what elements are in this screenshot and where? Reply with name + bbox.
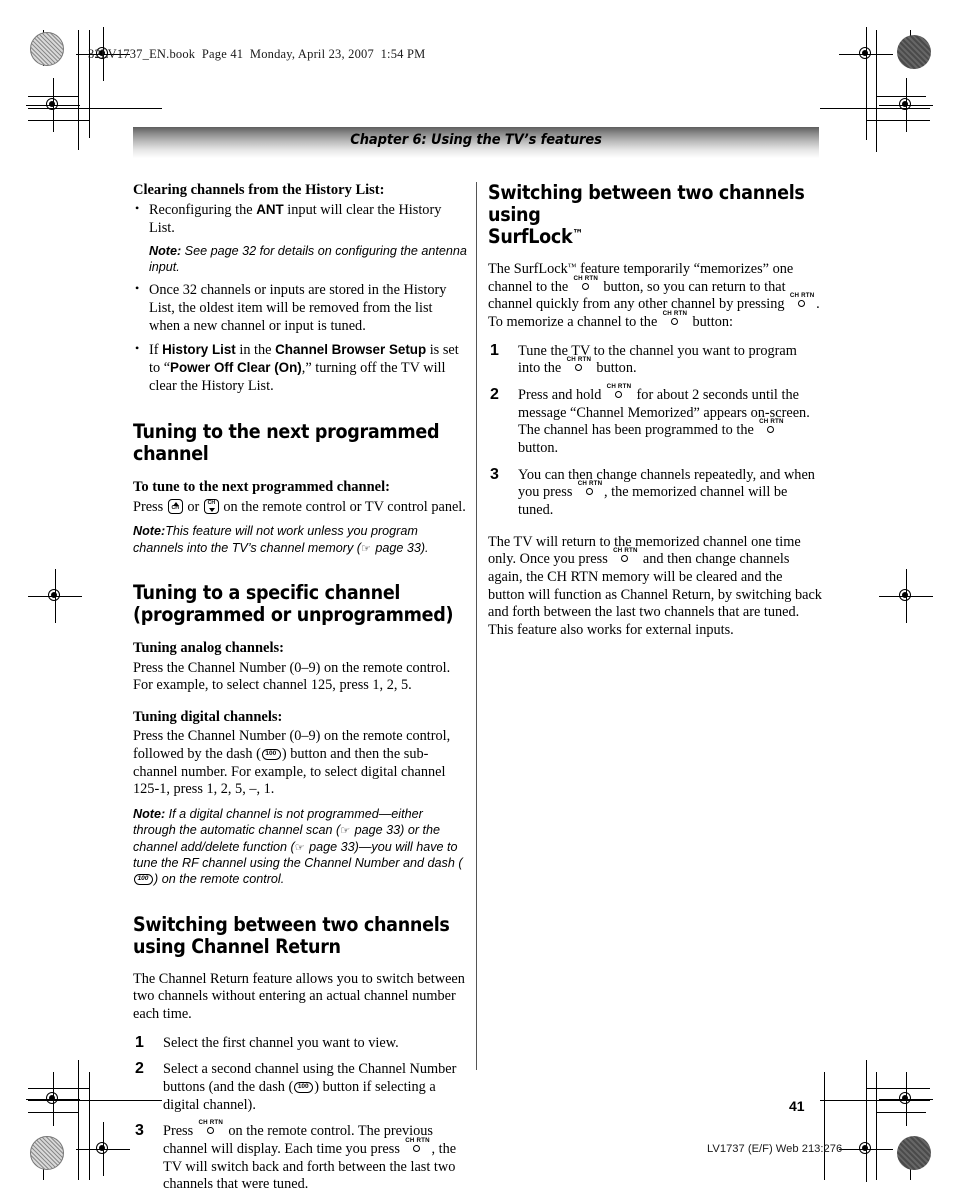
surflock-closing: The TV will return to the memorized chan… <box>488 533 822 638</box>
manual-page: 32LV1737_EN.book Page 41 Monday, April 2… <box>0 0 954 1193</box>
history-list-bullets: Reconfiguring the ANT input will clear t… <box>133 201 467 395</box>
surflock-intro: The SurfLock™ feature temporarily “memor… <box>488 261 820 331</box>
note-block: Note:This feature will not work unless y… <box>133 523 467 556</box>
ch-rtn-key-icon: CH RTN <box>662 310 688 328</box>
subheading-tuning-digital: Tuning digital channels: <box>133 708 283 725</box>
ui-term-history-list: History List <box>162 342 236 358</box>
page-number: 41 <box>789 1098 805 1114</box>
density-patch-icon <box>30 1136 64 1170</box>
note-text-cont: page 33). <box>371 540 429 555</box>
column-divider <box>476 182 477 1070</box>
chapter-title: Chapter 6: Using the TV’s features <box>350 132 602 148</box>
channel-down-key-icon: CH <box>203 498 219 514</box>
ch-rtn-key-icon: CH RTN <box>404 1137 430 1155</box>
ch-rtn-key-icon: CH RTN <box>606 383 632 401</box>
registration-target-icon <box>879 569 933 623</box>
history-list-subheading: Clearing channels from the History List: <box>133 182 385 198</box>
list-item: If History List in the Channel Browser S… <box>133 341 467 395</box>
subheading-to-tune-next: To tune to the next programmed channel: <box>133 479 390 496</box>
pointing-hand-icon: ☞ <box>360 541 371 555</box>
dash-key-icon: 100 <box>134 874 153 886</box>
pointing-hand-icon: ☞ <box>294 840 305 854</box>
list-item: Once 32 channels or inputs are stored in… <box>133 281 467 335</box>
section-heading-next-programmed-channel: Tuning to the next programmed channel <box>133 420 440 466</box>
note-label: Note: <box>149 243 182 258</box>
right-column: Switching between two channels using Surf… <box>488 181 822 640</box>
chapter-banner: Chapter 6: Using the TV’s features <box>133 127 819 158</box>
pointing-hand-icon: ☞ <box>340 824 351 838</box>
ch-rtn-key-icon: CH RTN <box>573 275 599 293</box>
registration-target-icon <box>879 1072 933 1126</box>
list-item: Reconfiguring the ANT input will clear t… <box>133 201 467 276</box>
subheading-tuning-analog: Tuning analog channels: <box>133 640 284 657</box>
registration-target-icon <box>879 78 933 132</box>
channel-return-steps: Select the first channel you want to vie… <box>133 1033 467 1193</box>
list-item: Tune the TV to the channel you want to p… <box>490 341 797 377</box>
section-heading-specific-channel: Tuning to a specific channel (programmed… <box>133 581 454 627</box>
list-item: Select the first channel you want to vie… <box>135 1033 399 1052</box>
surflock-steps: Tune the TV to the channel you want to p… <box>488 341 822 520</box>
ch-rtn-key-icon: CH RTN <box>577 481 603 498</box>
registration-target-icon <box>28 569 82 623</box>
section-heading-channel-return: Switching between two channels using Cha… <box>133 912 450 958</box>
book-header-text: 32LV1737_EN.book Page 41 Monday, April 2… <box>88 47 426 61</box>
ch-rtn-key-icon: CH RTN <box>789 293 815 310</box>
ch-rtn-key-icon: CH RTN <box>566 357 592 374</box>
next-channel-body: Press CH or CH on the remote control or … <box>133 498 466 515</box>
ui-term-ant: ANT <box>256 202 284 218</box>
registration-target-icon <box>26 1072 80 1126</box>
registration-target-icon <box>76 1122 130 1176</box>
dash-key-icon: 100 <box>261 749 281 760</box>
ch-rtn-key-icon: CH RTN <box>758 419 784 436</box>
section-heading-surflock: Switching between two channels using Surf… <box>488 181 805 249</box>
analog-body: Press the Channel Number (0–9) on the re… <box>133 659 451 694</box>
density-patch-icon <box>30 32 64 66</box>
registration-target-icon <box>839 1122 893 1176</box>
channel-return-intro: The Channel Return feature allows you to… <box>133 970 465 1023</box>
dash-key-icon: 100 <box>294 1082 314 1094</box>
registration-target-icon <box>26 78 80 132</box>
channel-up-key-icon: CH <box>167 498 183 514</box>
list-item: You can then change channels repeatedly,… <box>490 465 815 518</box>
note-text: See page 32 for details on configuring t… <box>149 243 467 275</box>
density-patch-icon <box>897 35 931 69</box>
ui-term-channel-browser-setup: Channel Browser Setup <box>275 342 427 358</box>
note-label: Note: <box>133 524 166 539</box>
note-block: Note: See page 32 for details on configu… <box>149 243 467 276</box>
trim-line-right <box>824 1072 825 1180</box>
digital-body: Press the Channel Number (0–9) on the re… <box>133 728 451 798</box>
left-column: Clearing channels from the History List:… <box>133 182 467 1193</box>
list-item: Press CH RTN on the remote control. The … <box>135 1119 457 1193</box>
trademark-icon: ™ <box>572 227 583 241</box>
ch-rtn-key-icon: CH RTN <box>612 548 638 565</box>
document-code: LV1737 (E/F) Web 213:276 <box>707 1143 843 1155</box>
list-item: Press and hold CH RTN for about 2 second… <box>490 383 810 456</box>
note-label: Note: <box>133 806 166 821</box>
note-block: Note: If a digital channel is not progra… <box>133 806 463 887</box>
trademark-icon: ™ <box>567 261 577 272</box>
density-patch-icon <box>897 1136 931 1170</box>
list-item: Select a second channel using the Channe… <box>135 1059 457 1113</box>
ui-term-power-off-clear: Power Off Clear (On) <box>170 360 302 376</box>
registration-target-icon <box>839 27 893 81</box>
ch-rtn-key-icon: CH RTN <box>198 1120 224 1137</box>
